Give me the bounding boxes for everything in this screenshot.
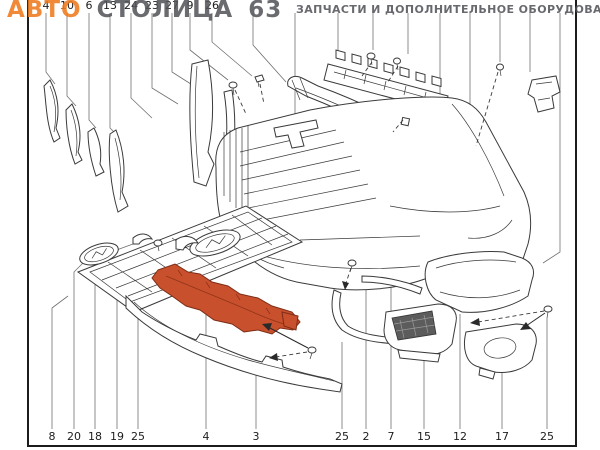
- part-number-label[interactable]: 25: [540, 431, 554, 443]
- part-number-label[interactable]: 15: [417, 431, 431, 443]
- part-number-label[interactable]: 7: [388, 431, 395, 443]
- watermark-logo: АВТО СТОЛИЦА 63: [7, 0, 282, 23]
- screw-icon: [308, 347, 316, 359]
- part-number-label[interactable]: 4: [203, 431, 210, 443]
- exploded-view-drawing: [0, 0, 600, 450]
- part-number-label[interactable]: 12: [453, 431, 467, 443]
- watermark-brand-avto: АВТО: [7, 0, 82, 23]
- part-fog-bezel-left: [384, 304, 456, 362]
- part-number-label[interactable]: 20: [67, 431, 81, 443]
- part-number-label[interactable]: 8: [49, 431, 56, 443]
- watermark-brand-63: 63: [248, 0, 282, 23]
- part-number-label[interactable]: 3: [253, 431, 260, 443]
- part-fog-bezel-right: [464, 324, 536, 379]
- watermark-tagline: ЗАПЧАСТИ И ДОПОЛНИТЕЛЬНОЕ ОБОРУДОВАНИЕ: [296, 3, 600, 16]
- part-side-trim-strips: [44, 80, 128, 212]
- screw-icon: [544, 306, 552, 318]
- part-corner-cover: [425, 251, 533, 312]
- part-number-label[interactable]: 2: [363, 431, 370, 443]
- part-number-label[interactable]: 19: [110, 431, 124, 443]
- part-number-label[interactable]: 25: [335, 431, 349, 443]
- parts-diagram-image: 410613242327926 82018192543252715121725 …: [0, 0, 600, 450]
- part-number-label[interactable]: 18: [88, 431, 102, 443]
- watermark-brand-stolitsa: СТОЛИЦА: [97, 0, 234, 23]
- part-number-label[interactable]: 25: [131, 431, 145, 443]
- clip-icon: [255, 75, 264, 87]
- part-number-label[interactable]: 17: [495, 431, 509, 443]
- nut-icon: [401, 117, 409, 125]
- part-beam-end-bracket: [528, 76, 560, 112]
